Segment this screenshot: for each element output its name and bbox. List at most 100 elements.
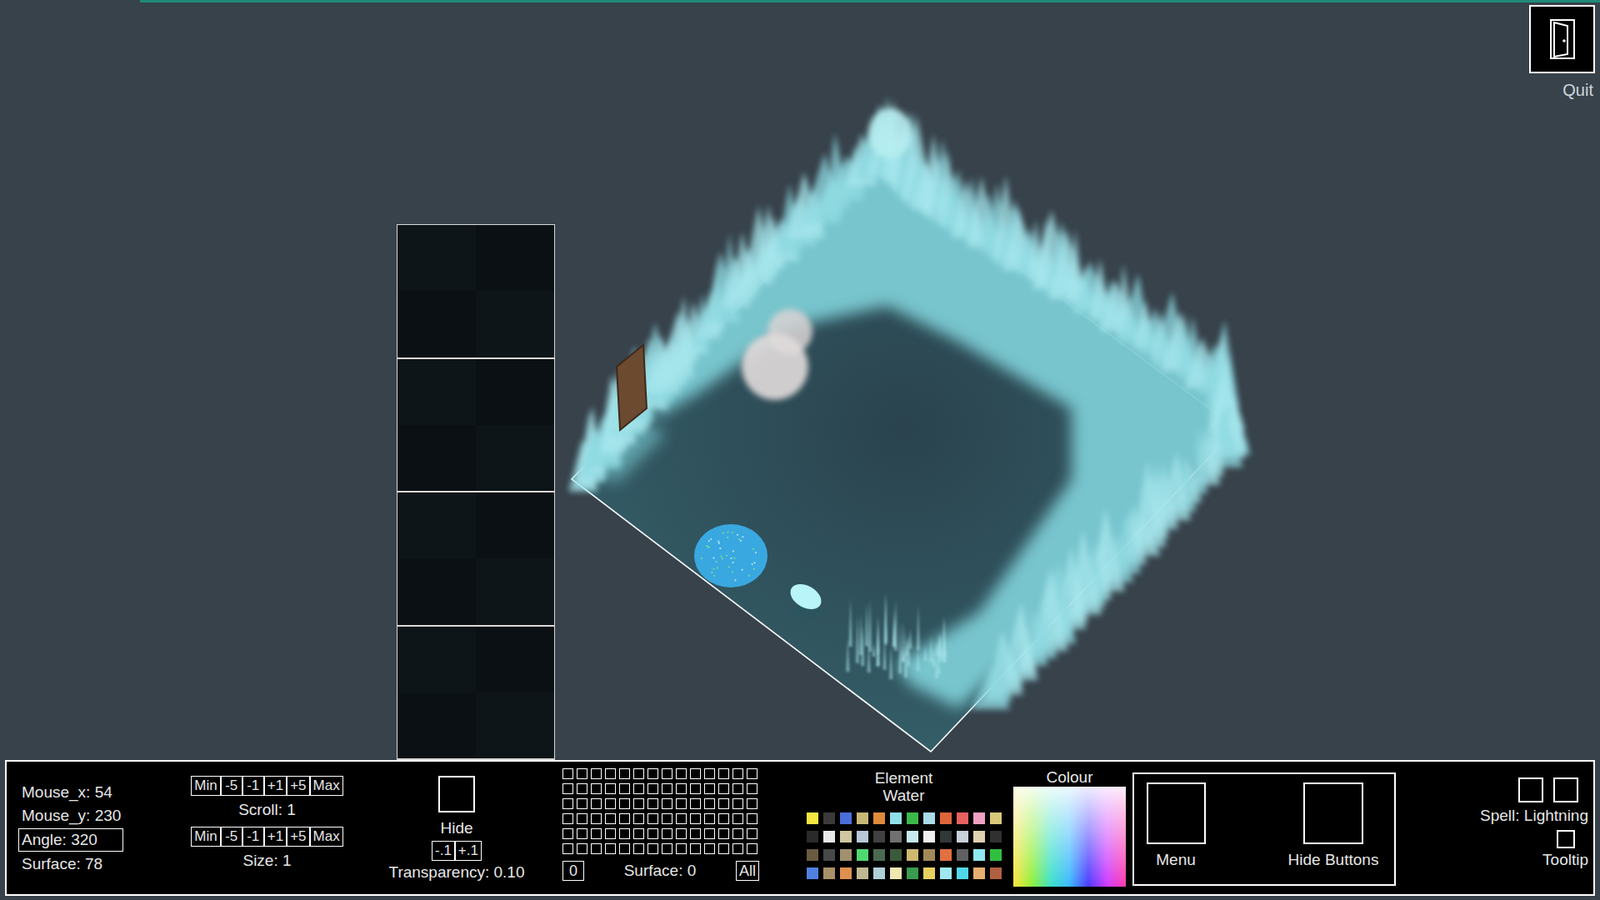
layer-slot[interactable] (397, 359, 555, 494)
surface-cell[interactable] (718, 768, 730, 780)
surface-cell[interactable] (576, 828, 588, 840)
layer-slot[interactable] (397, 626, 555, 761)
palette-swatch[interactable] (873, 849, 885, 861)
surface-cell[interactable] (562, 768, 574, 780)
hide-buttons-button[interactable] (1303, 782, 1364, 845)
surface-cell[interactable] (605, 768, 616, 780)
step-button[interactable]: +5 (286, 826, 310, 847)
palette-swatch[interactable] (840, 812, 852, 825)
surface-cell[interactable] (718, 783, 730, 795)
surface-cell[interactable] (647, 828, 659, 840)
surface-cell[interactable] (605, 783, 616, 795)
surface-cell[interactable] (732, 768, 744, 780)
step-button[interactable]: +.1 (455, 840, 482, 861)
palette-swatch[interactable] (806, 812, 819, 825)
palette-swatch[interactable] (890, 849, 902, 861)
palette-swatch[interactable] (956, 867, 969, 880)
palette-swatch[interactable] (973, 830, 985, 843)
surface-cell[interactable] (675, 798, 687, 810)
surface-cell[interactable] (647, 768, 659, 780)
palette-swatch[interactable] (956, 830, 969, 843)
surface-cell[interactable] (576, 798, 588, 810)
surface-cell[interactable] (633, 813, 645, 825)
palette-swatch[interactable] (906, 849, 919, 861)
palette-swatch[interactable] (890, 812, 902, 825)
palette-swatch[interactable] (840, 867, 852, 880)
surface-cell[interactable] (690, 783, 701, 795)
surface-cell[interactable] (690, 798, 701, 810)
palette-swatch[interactable] (990, 849, 1002, 861)
surface-cell[interactable] (619, 813, 630, 825)
surface-cell[interactable] (576, 783, 588, 795)
palette-swatch[interactable] (923, 812, 935, 825)
palette-swatch[interactable] (923, 849, 935, 861)
surface-cell[interactable] (746, 813, 758, 825)
palette-swatch[interactable] (923, 830, 935, 843)
palette-swatch[interactable] (823, 830, 835, 843)
surface-cell[interactable] (690, 828, 701, 840)
step-button[interactable]: -.1 (431, 840, 455, 861)
palette-swatch[interactable] (840, 849, 852, 861)
step-button[interactable]: Min (190, 826, 220, 847)
surface-cell[interactable] (718, 813, 730, 825)
surface-cell[interactable] (704, 843, 715, 855)
surface-cell[interactable] (746, 798, 758, 810)
surface-cell[interactable] (605, 798, 616, 810)
all-button[interactable]: All (735, 860, 760, 881)
surface-cell[interactable] (746, 828, 758, 840)
surface-cell[interactable] (704, 783, 715, 795)
palette-swatch[interactable] (940, 849, 952, 861)
surface-cell[interactable] (675, 768, 687, 780)
surface-cell[interactable] (704, 798, 715, 810)
palette-swatch[interactable] (990, 867, 1002, 880)
spell-slot[interactable] (1553, 777, 1579, 803)
surface-cell[interactable] (576, 843, 588, 855)
step-button[interactable]: Max (310, 826, 344, 847)
step-button[interactable]: +5 (286, 775, 310, 796)
palette-swatch[interactable] (973, 849, 985, 861)
palette-swatch[interactable] (873, 830, 885, 843)
surface-cell[interactable] (576, 768, 588, 780)
surface-cell[interactable] (562, 828, 574, 840)
surface-cell[interactable] (590, 768, 602, 780)
palette-swatch[interactable] (823, 867, 835, 880)
surface-cell[interactable] (647, 798, 659, 810)
step-button[interactable]: Max (310, 775, 344, 796)
surface-cell[interactable] (590, 813, 602, 825)
surface-cell[interactable] (576, 813, 588, 825)
surface-cell[interactable] (619, 798, 630, 810)
surface-cell[interactable] (675, 828, 687, 840)
menu-button[interactable] (1146, 782, 1206, 845)
palette-swatch[interactable] (823, 812, 835, 825)
surface-cell[interactable] (633, 783, 645, 795)
surface-cell[interactable] (675, 843, 687, 855)
surface-cell[interactable] (605, 843, 616, 855)
surface-cell[interactable] (661, 783, 673, 795)
step-button[interactable]: Min (190, 775, 220, 796)
creature-figure[interactable] (785, 579, 826, 618)
surface-cell[interactable] (619, 768, 630, 780)
surface-cell[interactable] (633, 798, 645, 810)
palette-swatch[interactable] (956, 849, 969, 861)
palette-swatch[interactable] (856, 812, 869, 825)
palette-swatch[interactable] (940, 867, 952, 880)
surface-cell[interactable] (562, 798, 574, 810)
surface-cell[interactable] (633, 828, 645, 840)
surface-cell[interactable] (619, 828, 630, 840)
palette-swatch[interactable] (856, 830, 869, 843)
palette-swatch[interactable] (940, 812, 952, 825)
surface-cell[interactable] (647, 843, 659, 855)
water-pool[interactable] (694, 524, 768, 588)
surface-cell[interactable] (647, 813, 659, 825)
step-button[interactable]: -1 (242, 775, 265, 796)
door-object[interactable] (616, 345, 647, 430)
palette-swatch[interactable] (956, 812, 969, 825)
surface-cell[interactable] (605, 813, 616, 825)
surface-cell[interactable] (661, 798, 673, 810)
surface-cell[interactable] (704, 828, 715, 840)
palette-swatch[interactable] (923, 867, 935, 880)
surface-cell[interactable] (690, 813, 701, 825)
palette-swatch[interactable] (823, 849, 835, 861)
surface-cell[interactable] (661, 828, 673, 840)
surface-cell[interactable] (590, 783, 602, 795)
